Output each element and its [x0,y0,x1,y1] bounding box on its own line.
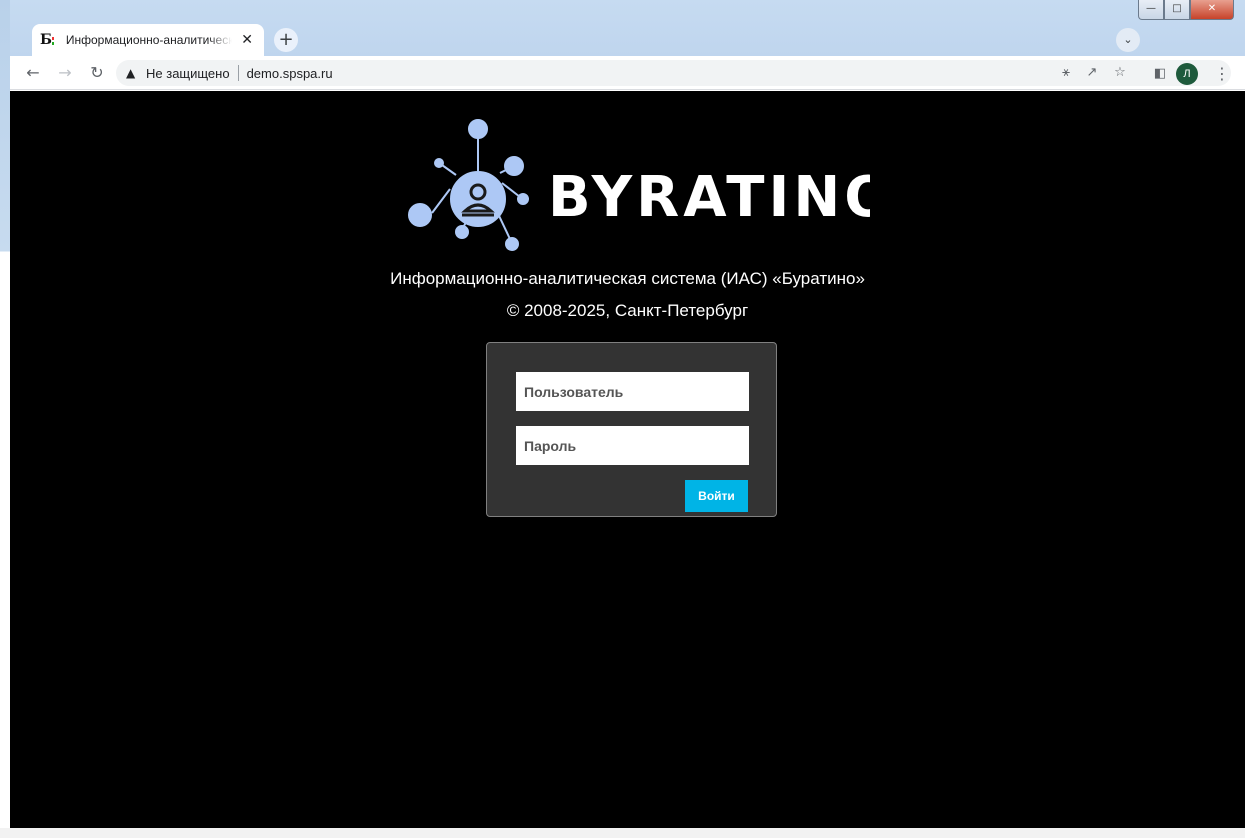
window-close-icon[interactable]: ✕ [1190,0,1234,20]
new-tab-button[interactable]: + [274,28,298,52]
window-controls: — □ ✕ [1138,0,1234,20]
share-icon[interactable]: ↗ [1082,63,1102,83]
minimize-icon[interactable]: — [1138,0,1164,20]
close-tab-icon[interactable]: ✕ [238,31,256,49]
browser-toolbar: ← → ↻ ▲ Не защищено demo.spspa.ru ⚹ ↗ ☆ [10,56,1245,90]
username-field[interactable] [516,372,749,411]
reload-icon[interactable]: ↻ [86,62,108,84]
byratino-logo: BYRATINO [408,119,870,251]
login-form: Войти [486,342,777,517]
login-button[interactable]: Войти [685,480,748,512]
separator [237,65,239,81]
avatar[interactable]: Л [1176,63,1198,85]
maximize-icon[interactable]: □ [1164,0,1190,20]
page-viewport: BYRATINO Информационно-аналитическая сис… [10,91,1245,828]
browser-tab[interactable]: Б Информационно-аналитическая система (И… [32,24,264,56]
favicon-icon: Б [40,32,56,48]
logo-wordmark: BYRATINO [548,165,870,230]
browser-window: Б Информационно-аналитическая система (И… [0,0,1245,838]
warning-icon[interactable]: ▲ [126,66,142,80]
copyright-text: © 2008-2025, Санкт-Петербург [506,301,749,320]
address-bar[interactable]: ▲ Не защищено demo.spspa.ru ⚹ ↗ ☆ [116,60,1231,86]
tab-title: Информационно-аналитическая система (ИАС… [65,33,233,47]
page-title: Информационно-аналитическая система (ИАС… [390,269,865,288]
key-icon[interactable]: ⚹ [1056,63,1076,83]
bottom-frame [0,828,1245,838]
security-label[interactable]: Не защищено [146,66,230,81]
window-frame [0,0,10,838]
side-panel-icon[interactable]: ◧ [1150,64,1170,84]
star-icon[interactable]: ☆ [1110,63,1130,83]
tab-strip: Б Информационно-аналитическая система (И… [10,0,1245,56]
back-icon[interactable]: ← [22,62,44,84]
url-text[interactable]: demo.spspa.ru [247,66,333,81]
menu-icon[interactable]: ⋮ [1212,62,1232,86]
forward-icon[interactable]: → [54,62,76,84]
password-field[interactable] [516,426,749,465]
tab-search-icon[interactable]: ⌄ [1116,28,1140,52]
